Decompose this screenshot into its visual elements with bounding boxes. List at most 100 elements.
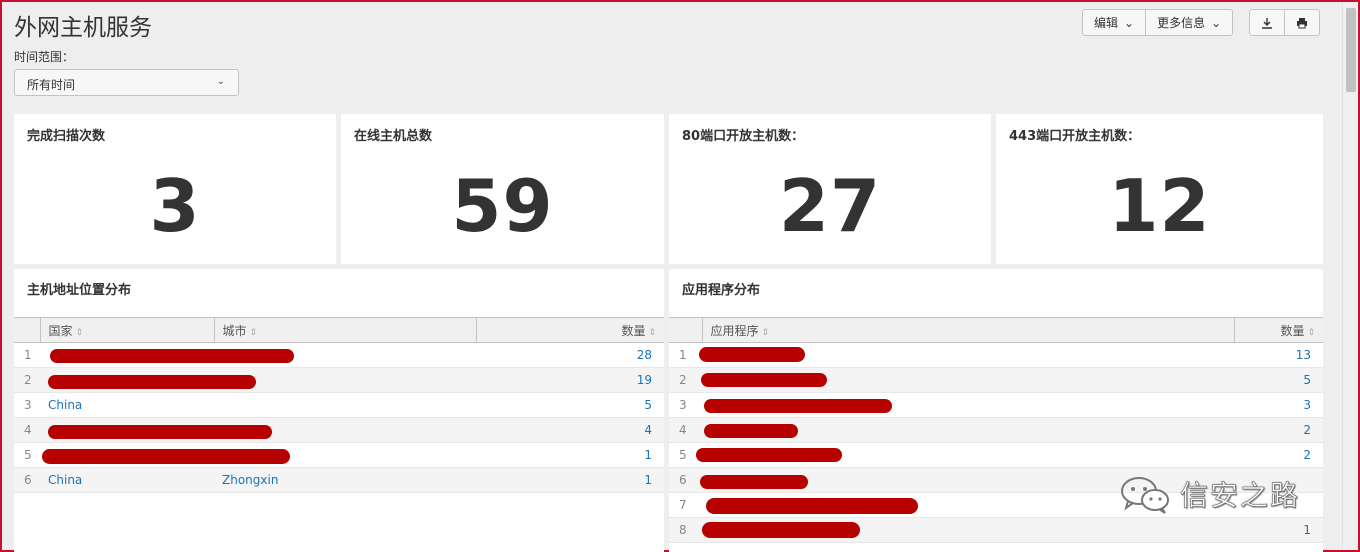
export-actions	[1249, 9, 1320, 36]
column-label: 国家	[48, 323, 73, 338]
column-label: 数量	[1280, 323, 1305, 338]
edit-button[interactable]: 编辑 ⌄	[1083, 10, 1145, 35]
kpi-panel-port443: 443端口开放主机数： 12	[996, 114, 1323, 264]
vertical-scrollbar[interactable]	[1342, 2, 1358, 550]
watermark-text: 信安之路	[1180, 479, 1301, 513]
row-index: 8	[669, 517, 702, 543]
country-cell[interactable]: China	[40, 392, 214, 418]
count-cell[interactable]: 2	[1234, 417, 1323, 443]
column-label: 应用程序	[710, 323, 759, 338]
redaction-mark	[704, 399, 892, 413]
redaction-mark	[696, 448, 842, 462]
count-cell[interactable]: 5	[476, 392, 664, 418]
time-range-value: 所有时间	[27, 78, 76, 92]
kpi-title: 完成扫描次数	[27, 129, 106, 144]
time-range-select[interactable]: 所有时间 ⌄	[14, 69, 239, 96]
count-cell[interactable]: 2	[1234, 442, 1323, 468]
page-title: 外网主机服务	[14, 15, 152, 41]
row-index: 5	[14, 442, 40, 468]
table-header-row: 国家 ⇕ 城市 ⇕ 数量 ⇕	[14, 317, 664, 343]
kpi-panel-port80: 80端口开放主机数： 27	[669, 114, 991, 264]
sort-icon: ⇕	[249, 327, 258, 338]
redaction-mark	[48, 425, 272, 439]
redaction-mark	[700, 475, 808, 489]
download-icon	[1262, 17, 1272, 29]
table-header-row: 应用程序 ⇕ 数量 ⇕	[669, 317, 1323, 343]
count-cell[interactable]: 4	[476, 417, 664, 443]
scrollbar-thumb[interactable]	[1346, 8, 1356, 92]
redaction-mark	[50, 349, 294, 363]
sort-icon: ⇕	[75, 327, 84, 338]
count-cell[interactable]: 19	[476, 367, 664, 393]
print-icon	[1297, 17, 1307, 28]
time-range-label: 时间范围：	[14, 50, 75, 64]
row-index: 1	[14, 342, 40, 368]
wechat-icon	[1121, 477, 1169, 514]
sort-icon: ⇕	[761, 327, 770, 338]
row-index-header	[669, 317, 702, 343]
kpi-title: 80端口开放主机数：	[682, 129, 805, 144]
redaction-mark	[701, 373, 827, 387]
sort-icon: ⇕	[1307, 327, 1315, 338]
more-info-label: 更多信息	[1157, 16, 1206, 30]
panel-title: 应用程序分布	[682, 283, 761, 298]
city-cell[interactable]: Zhongxin	[214, 467, 476, 493]
column-header-application[interactable]: 应用程序 ⇕	[701, 317, 1234, 343]
column-label: 数量	[621, 323, 646, 338]
column-label: 城市	[222, 323, 247, 338]
count-cell[interactable]: 3	[1234, 392, 1323, 418]
kpi-title: 443端口开放主机数：	[1009, 129, 1141, 144]
chevron-down-icon: ⌄	[1211, 15, 1222, 30]
kpi-title: 在线主机总数	[354, 129, 433, 144]
chevron-down-icon: ⌄	[1124, 15, 1135, 30]
row-index: 4	[14, 417, 40, 443]
table-row: 3 China 5	[14, 392, 664, 418]
row-index: 2	[14, 367, 40, 393]
redaction-mark	[42, 449, 290, 464]
redaction-mark	[704, 424, 798, 438]
geo-distribution-panel: 主机地址位置分布 国家 ⇕ 城市 ⇕ 数量 ⇕ 1 28 2 19 3 China 5 44 …	[14, 269, 664, 552]
column-header-count[interactable]: 数量 ⇕	[1233, 317, 1323, 343]
watermark: 信安之路	[1118, 474, 1300, 514]
redaction-mark	[702, 522, 860, 538]
row-index-header	[14, 317, 40, 343]
city-cell[interactable]	[214, 392, 476, 418]
more-info-button[interactable]: 更多信息 ⌄	[1145, 10, 1232, 35]
row-index: 2	[669, 367, 702, 393]
dashboard-actions: 编辑 ⌄ 更多信息 ⌄	[1082, 9, 1234, 36]
sort-icon: ⇕	[648, 327, 656, 338]
kpi-value: 3	[149, 164, 201, 248]
geo-table: 国家 ⇕ 城市 ⇕ 数量 ⇕ 1 28 2 19 3 China 5 44 51 6 China…	[14, 317, 664, 493]
row-index: 6	[14, 467, 40, 493]
chevron-down-icon: ⌄	[216, 76, 225, 87]
print-button[interactable]	[1284, 10, 1319, 35]
column-header-country[interactable]: 国家 ⇕	[39, 317, 214, 343]
row-index: 6	[669, 467, 702, 493]
redaction-mark	[699, 347, 805, 362]
kpi-panel-scans: 完成扫描次数 3	[14, 114, 336, 264]
count-cell[interactable]: 13	[1234, 342, 1323, 368]
country-cell[interactable]: China	[40, 467, 214, 493]
redaction-mark	[48, 375, 256, 389]
column-header-count[interactable]: 数量 ⇕	[475, 317, 664, 343]
edit-label: 编辑	[1094, 16, 1119, 30]
row-index: 4	[669, 417, 702, 443]
table-row: 6 China Zhongxin 1	[14, 467, 664, 493]
redaction-mark	[706, 498, 918, 514]
row-index: 1	[669, 342, 702, 368]
kpi-value: 27	[778, 164, 882, 248]
row-index: 7	[669, 492, 702, 518]
count-cell[interactable]: 1	[476, 467, 664, 493]
row-index: 3	[669, 392, 702, 418]
panel-title: 主机地址位置分布	[27, 283, 132, 298]
count-cell[interactable]: 28	[476, 342, 664, 368]
count-cell[interactable]: 5	[1234, 367, 1323, 393]
row-index: 3	[14, 392, 40, 418]
download-button[interactable]	[1250, 10, 1284, 35]
count-cell[interactable]: 1	[476, 442, 664, 468]
column-header-city[interactable]: 城市 ⇕	[213, 317, 476, 343]
kpi-value: 12	[1108, 164, 1211, 248]
kpi-panel-online-hosts: 在线主机总数 59	[341, 114, 664, 264]
count-cell[interactable]: 1	[1234, 517, 1323, 543]
kpi-value: 59	[451, 164, 554, 248]
